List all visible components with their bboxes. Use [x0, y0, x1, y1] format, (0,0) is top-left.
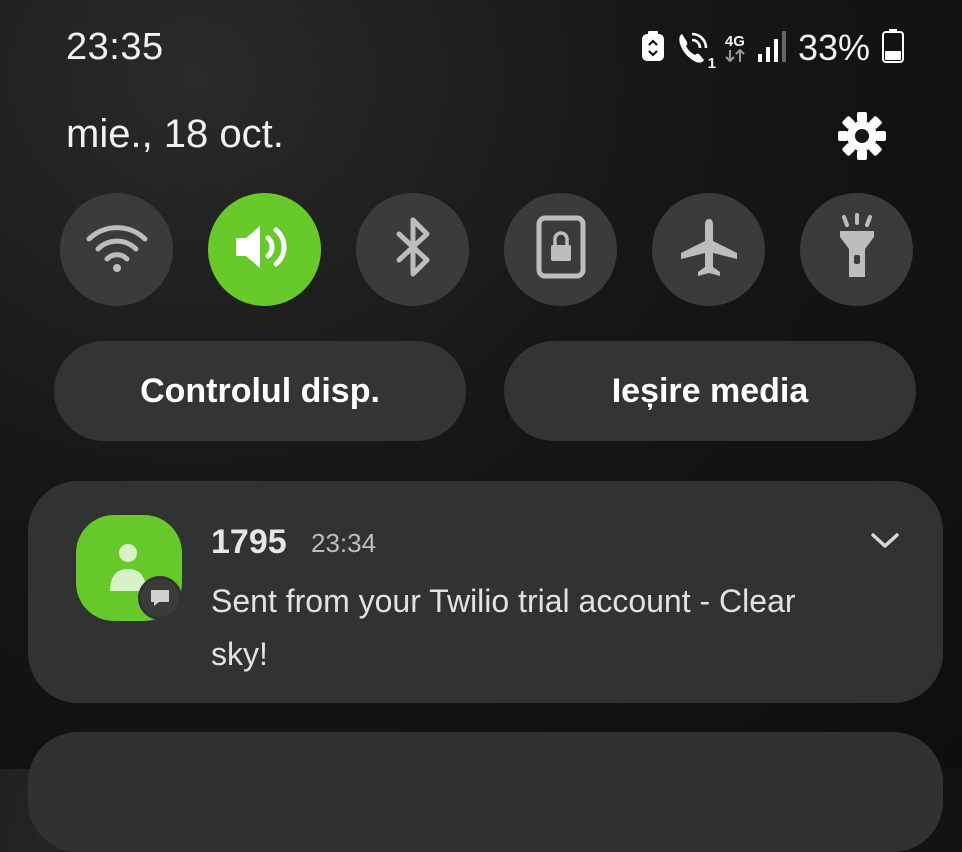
sim-slot-label: 1	[707, 55, 716, 72]
notification-time: 23:34	[311, 528, 377, 558]
status-clock: 23:35	[66, 26, 164, 68]
message-bubble-icon	[138, 576, 182, 620]
network-4g-icon: 4G	[724, 34, 746, 63]
sound-toggle[interactable]	[208, 193, 321, 306]
quick-settings-row	[60, 193, 913, 306]
signal-icon	[757, 30, 786, 67]
status-icons: 1 4G 33%	[641, 26, 904, 72]
airplane-icon	[677, 215, 741, 284]
lock-icon	[536, 215, 586, 284]
notification-card[interactable]: 1795 23:34 Sent from your Twilio trial a…	[28, 481, 943, 703]
bluetooth-toggle[interactable]	[356, 193, 469, 306]
wifi-calling-icon: 1	[676, 30, 716, 72]
next-notification-card[interactable]	[28, 732, 943, 852]
flashlight-toggle[interactable]	[800, 193, 913, 306]
notification-message: Sent from your Twilio trial account - Cl…	[211, 583, 796, 672]
battery-saver-icon	[641, 30, 664, 66]
status-bar: 23:35 1 4G 33%	[0, 0, 962, 95]
airplane-toggle[interactable]	[652, 193, 765, 306]
notification-sender: 1795	[211, 523, 287, 561]
date-label: mie., 18 oct.	[66, 112, 284, 156]
wifi-toggle[interactable]	[60, 193, 173, 306]
battery-percent: 33%	[797, 27, 870, 68]
volume-icon	[232, 222, 298, 277]
lock-toggle[interactable]	[504, 193, 617, 306]
media-output-button[interactable]: Ieșire media	[504, 341, 916, 441]
gear-icon[interactable]	[836, 110, 888, 162]
flashlight-icon	[832, 213, 882, 286]
chevron-down-icon[interactable]	[866, 525, 904, 555]
battery-icon	[882, 28, 904, 68]
device-control-button[interactable]: Controlul disp.	[54, 341, 466, 441]
bluetooth-icon	[393, 216, 433, 283]
wifi-icon	[85, 221, 149, 278]
network-type-label: 4G	[724, 32, 745, 50]
